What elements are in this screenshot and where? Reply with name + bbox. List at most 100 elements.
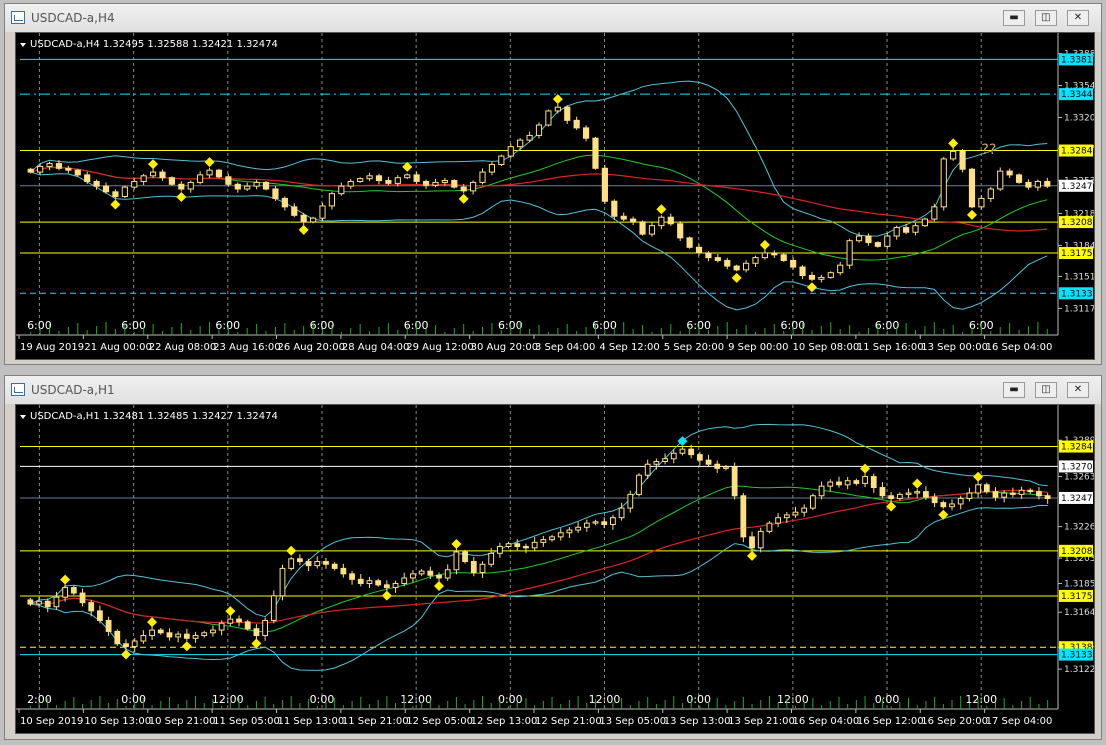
bearish-candle xyxy=(705,459,712,465)
bullish-candle xyxy=(896,493,903,499)
y-tick-label: 1.33200 xyxy=(1064,114,1094,124)
bullish-candle xyxy=(809,495,816,509)
fractal-low-marker xyxy=(806,282,817,293)
price-chart-h4[interactable]: 6:006:006:006:006:006:006:006:006:006:00… xyxy=(15,32,1095,360)
bearish-candle xyxy=(790,259,797,268)
chart-canvas-h4[interactable]: 6:006:006:006:006:006:006:006:006:006:00… xyxy=(16,33,1094,359)
bullish-candle xyxy=(884,235,891,247)
bearish-candle xyxy=(870,476,877,489)
bearish-candle xyxy=(1006,170,1013,176)
bearish-candle xyxy=(236,618,242,623)
bullish-candle xyxy=(575,526,582,531)
y-tick-label: 1.31170 xyxy=(1064,304,1094,314)
symbol-label: USDCAD-a,H1 1.32481 1.32485 1.32427 1.32… xyxy=(30,411,278,422)
bullish-candle xyxy=(752,257,759,264)
bullish-candle xyxy=(818,276,825,280)
bullish-candle xyxy=(592,521,599,524)
bearish-candle xyxy=(234,183,241,190)
price-level-label: 1.32849 xyxy=(1061,443,1094,453)
bearish-candle xyxy=(731,466,738,497)
fractal-low-marker xyxy=(966,209,977,220)
bullish-candle xyxy=(253,181,260,187)
bearish-candle xyxy=(799,266,806,277)
chart-window-h4[interactable]: USDCAD-a,H4 ▬ ◫ ✕ 6:00 6:00 6:00 6:00 6:00 6:… xyxy=(4,3,1102,365)
bearish-candle xyxy=(462,551,468,563)
x-tick-label: 12 Sep 21:00 xyxy=(535,716,602,727)
x-tick-label: 5 Sep 20:00 xyxy=(664,342,724,353)
bearish-candle xyxy=(865,235,872,244)
bullish-candle xyxy=(950,150,957,160)
chart-window-icon xyxy=(11,383,25,396)
bullish-candle xyxy=(862,476,868,484)
bullish-candle xyxy=(131,640,138,648)
bearish-candle xyxy=(771,252,778,256)
bullish-candle xyxy=(366,175,373,180)
bearish-candle xyxy=(123,643,129,648)
bullish-candle xyxy=(498,155,505,166)
x-tick-label: 19 Aug 2019 xyxy=(20,342,84,353)
x-tick-label: 30 Aug 20:00 xyxy=(471,342,538,353)
bullish-candle xyxy=(679,448,686,454)
bearish-candle xyxy=(65,167,72,171)
x-tick-label: 13 Sep 00:00 xyxy=(921,342,988,353)
chart-window-h1[interactable]: USDCAD-a,H1 ▬ ◫ ✕ 2:00 0:00 12:00 0:00 12:00… xyxy=(4,375,1102,740)
bearish-candle xyxy=(183,633,190,639)
minimize-button[interactable]: ▬ xyxy=(1003,10,1025,26)
bullish-candle xyxy=(526,134,533,141)
restore-button[interactable]: ◫ xyxy=(1035,382,1057,398)
bearish-candle xyxy=(112,191,119,198)
bullish-candle xyxy=(496,545,503,554)
bullish-candle xyxy=(488,552,495,565)
x-tick-label: 16 Sep 04:00 xyxy=(793,716,860,727)
fractal-high-marker xyxy=(948,138,959,149)
bearish-candle xyxy=(686,237,693,248)
bullish-candle xyxy=(187,181,194,190)
price-level-label: 1.33818 xyxy=(1061,55,1094,65)
bearish-candle xyxy=(105,619,112,632)
restore-button[interactable]: ◫ xyxy=(1035,10,1057,26)
bearish-candle xyxy=(70,587,77,594)
price-level-label: 1.33449 xyxy=(1061,90,1094,100)
session-label: 6:00 xyxy=(875,319,900,332)
bullish-candle xyxy=(131,180,138,188)
bullish-candle xyxy=(347,180,354,187)
bearish-candle xyxy=(931,496,938,504)
bearish-candle xyxy=(262,181,270,190)
window-titlebar[interactable]: USDCAD-a,H1 ▬ ◫ ✕ xyxy=(5,376,1101,404)
minimize-button[interactable]: ▬ xyxy=(1003,382,1025,398)
x-tick-label: 9 Sep 00:00 xyxy=(728,342,788,353)
bullish-candle xyxy=(618,507,625,519)
bullish-candle xyxy=(987,188,994,199)
bearish-candle xyxy=(879,487,886,497)
bearish-candle xyxy=(178,183,185,190)
session-label: 12:00 xyxy=(589,693,621,706)
y-tick-label: 1.31850 xyxy=(1064,579,1094,589)
bullish-candle xyxy=(957,497,964,505)
bearish-candle xyxy=(780,254,787,261)
bullish-candle xyxy=(549,536,555,541)
bearish-candle xyxy=(733,265,740,271)
bearish-candle xyxy=(451,180,458,188)
bearish-candle xyxy=(564,106,571,121)
bearish-candle xyxy=(968,168,976,208)
x-tick-label: 12 Sep 13:00 xyxy=(471,716,538,727)
fractal-high-marker xyxy=(60,574,71,585)
close-button[interactable]: ✕ xyxy=(1067,382,1089,398)
chart-canvas-h1[interactable]: 2:00 0:00 12:00 0:00 12:00 0:00 12:00 0:00 12:00… xyxy=(16,405,1094,733)
bullish-candle xyxy=(1001,492,1008,498)
close-button[interactable]: ✕ xyxy=(1067,10,1089,26)
bearish-candle xyxy=(1027,489,1034,493)
bullish-candle xyxy=(844,480,851,486)
bullish-candle xyxy=(279,567,286,597)
bullish-candle xyxy=(905,492,912,495)
bullish-candle xyxy=(392,582,399,589)
bearish-candle xyxy=(695,246,703,254)
price-chart-h1[interactable]: 2:00 0:00 12:00 0:00 12:00 0:00 12:00 0:00 12:00… xyxy=(15,404,1095,734)
fractal-low-marker xyxy=(747,550,758,561)
x-tick-label: 23 Aug 16:00 xyxy=(213,342,280,353)
window-titlebar[interactable]: USDCAD-a,H4 ▬ ◫ ✕ xyxy=(5,4,1101,32)
bullish-candle xyxy=(535,124,543,136)
bearish-candle xyxy=(244,621,251,630)
symbol-label: USDCAD-a,H4 1.32495 1.32588 1.32421 1.32… xyxy=(30,39,278,50)
bearish-candle xyxy=(983,484,990,493)
